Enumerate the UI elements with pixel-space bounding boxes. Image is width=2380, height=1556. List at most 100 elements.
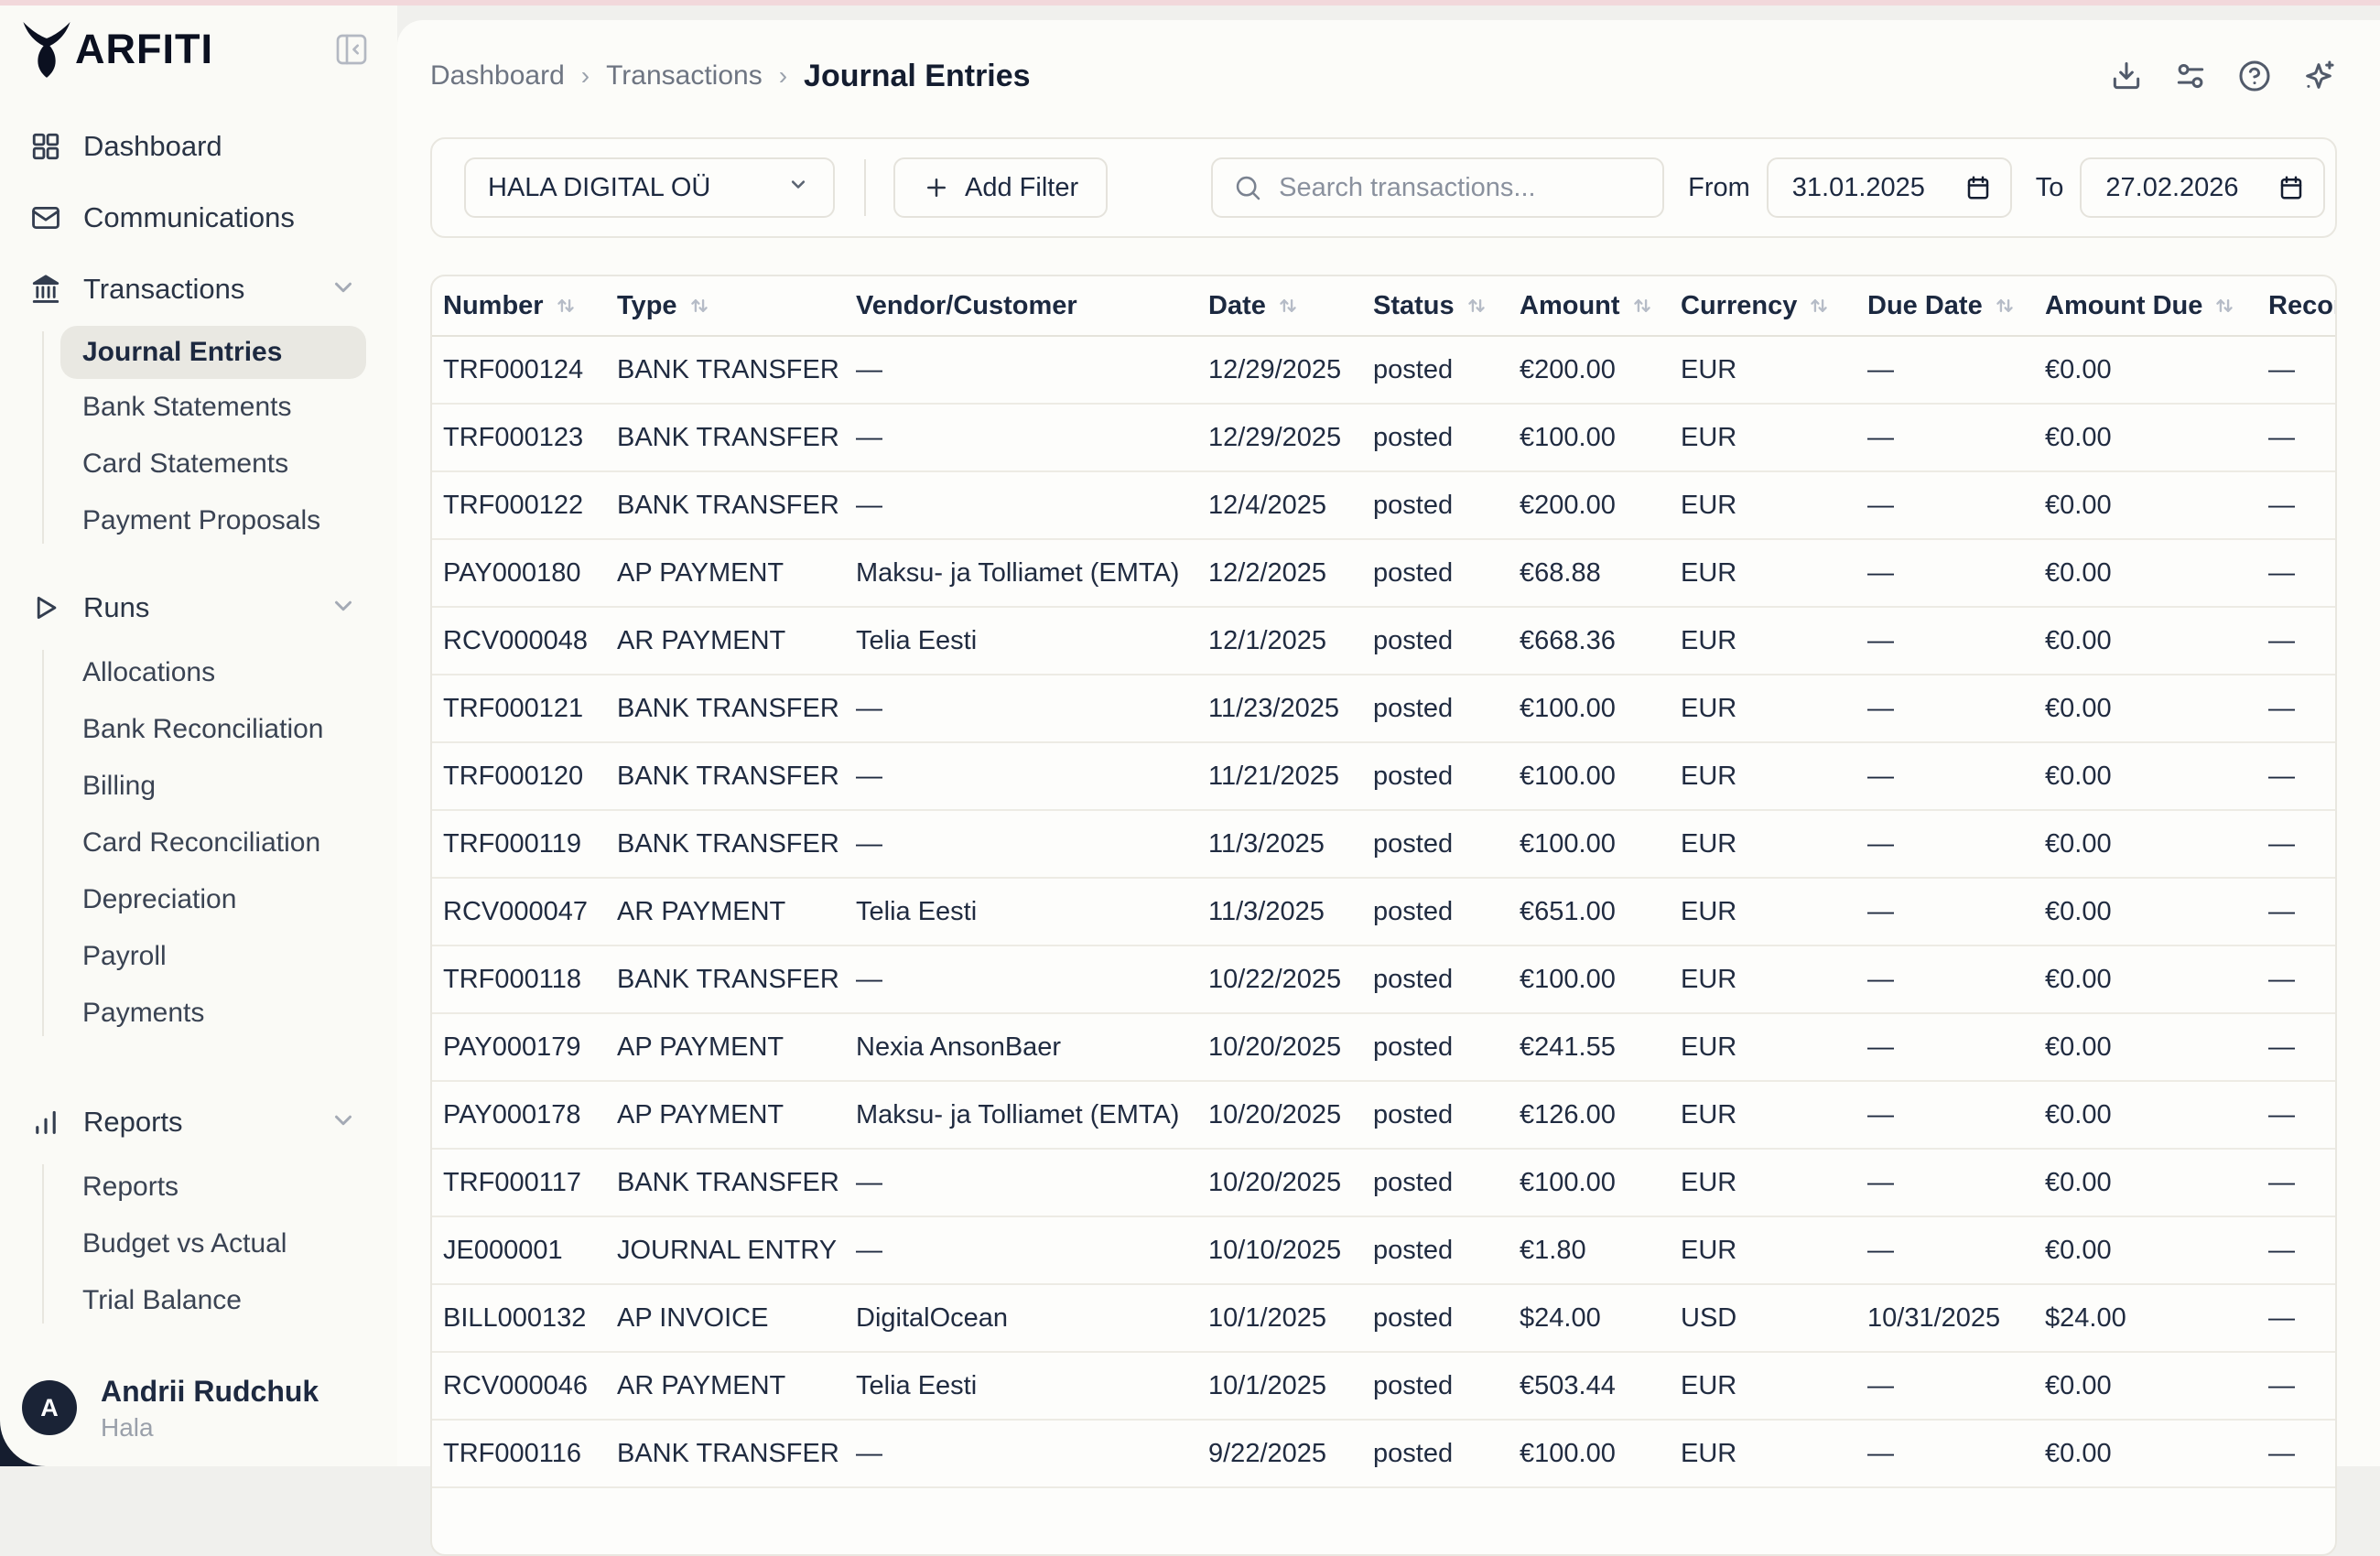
cell-currency: EUR: [1681, 1081, 1867, 1149]
sidebar-item-allocations[interactable]: Allocations: [0, 644, 383, 701]
sliders-icon[interactable]: [2172, 58, 2209, 94]
chevron-down-icon: [785, 171, 811, 204]
sidebar-item-trial-balance[interactable]: Trial Balance: [0, 1272, 383, 1329]
table-row[interactable]: PAY000178 AP PAYMENT Maksu- ja Tolliamet…: [432, 1081, 2337, 1149]
cell-amount: €100.00: [1520, 1149, 1681, 1216]
table-row[interactable]: TRF000121 BANK TRANSFER — 11/23/2025 pos…: [432, 675, 2337, 742]
cell-vendor: —: [856, 1420, 1208, 1487]
cell-recon: —: [2268, 1420, 2337, 1487]
column-header-currency[interactable]: Currency: [1681, 276, 1867, 336]
cell-recon: —: [2268, 1352, 2337, 1420]
cell-date: 10/1/2025: [1208, 1352, 1373, 1420]
cell-date: 12/29/2025: [1208, 404, 1373, 471]
sidebar-item-depreciation[interactable]: Depreciation: [0, 871, 383, 928]
table-row[interactable]: TRF000124 BANK TRANSFER — 12/29/2025 pos…: [432, 336, 2337, 404]
cell-number: TRF000124: [432, 336, 617, 404]
cell-amount-due: €0.00: [2045, 675, 2268, 742]
sidebar-item-dashboard[interactable]: Dashboard: [0, 117, 383, 176]
sidebar-item-reports-child[interactable]: Reports: [0, 1159, 383, 1216]
table-row[interactable]: TRF000118 BANK TRANSFER — 10/22/2025 pos…: [432, 945, 2337, 1013]
cell-amount: €200.00: [1520, 471, 1681, 539]
cell-date: 12/1/2025: [1208, 607, 1373, 675]
cell-due-date: —: [1867, 336, 2045, 404]
cell-type: BANK TRANSFER: [617, 471, 856, 539]
column-header-due-date[interactable]: Due Date: [1867, 276, 2045, 336]
sidebar-item-budget-vs-actual[interactable]: Budget vs Actual: [0, 1216, 383, 1272]
add-filter-button[interactable]: Add Filter: [893, 157, 1108, 218]
cell-due-date: —: [1867, 471, 2045, 539]
cell-amount-due: €0.00: [2045, 810, 2268, 878]
table-row[interactable]: TRF000122 BANK TRANSFER — 12/4/2025 post…: [432, 471, 2337, 539]
sidebar-nav: Dashboard Communications Transactions: [0, 93, 397, 1329]
date-from-input[interactable]: 31.01.2025: [1767, 157, 2012, 218]
app-logo[interactable]: ARFITI: [20, 21, 213, 78]
table-row[interactable]: RCV000047 AR PAYMENT Telia Eesti 11/3/20…: [432, 878, 2337, 945]
cell-recon: —: [2268, 1013, 2337, 1081]
table-row[interactable]: TRF000116 BANK TRANSFER — 9/22/2025 post…: [432, 1420, 2337, 1487]
cell-type: AP PAYMENT: [617, 539, 856, 607]
cell-recon: —: [2268, 471, 2337, 539]
cell-recon: —: [2268, 878, 2337, 945]
cell-number: RCV000046: [432, 1352, 617, 1420]
column-header-amount[interactable]: Amount: [1520, 276, 1681, 336]
cell-type: BANK TRANSFER: [617, 404, 856, 471]
sparkles-icon[interactable]: [2300, 58, 2337, 94]
cell-currency: EUR: [1681, 810, 1867, 878]
cell-currency: EUR: [1681, 1216, 1867, 1284]
sidebar-item-payments[interactable]: Payments: [0, 985, 383, 1042]
help-icon[interactable]: [2236, 58, 2273, 94]
sidebar-item-card-statements[interactable]: Card Statements: [0, 436, 383, 492]
cell-date: 10/22/2025: [1208, 945, 1373, 1013]
cell-date: 10/10/2025: [1208, 1216, 1373, 1284]
cell-amount-due: €0.00: [2045, 1013, 2268, 1081]
table-row[interactable]: PAY000180 AP PAYMENT Maksu- ja Tolliamet…: [432, 539, 2337, 607]
cell-amount-due: €0.00: [2045, 1420, 2268, 1487]
column-header-date[interactable]: Date: [1208, 276, 1373, 336]
cell-amount-due: €0.00: [2045, 1149, 2268, 1216]
column-header-number[interactable]: Number: [432, 276, 617, 336]
table-row[interactable]: PAY000179 AP PAYMENT Nexia AnsonBaer 10/…: [432, 1013, 2337, 1081]
sidebar-item-payroll[interactable]: Payroll: [0, 928, 383, 985]
breadcrumb-dashboard[interactable]: Dashboard: [430, 60, 565, 92]
sidebar-item-bank-statements[interactable]: Bank Statements: [0, 379, 383, 436]
table-row[interactable]: RCV000046 AR PAYMENT Telia Eesti 10/1/20…: [432, 1352, 2337, 1420]
sidebar-item-journal-entries[interactable]: Journal Entries: [60, 326, 366, 379]
sidebar-item-payment-proposals[interactable]: Payment Proposals: [0, 492, 383, 549]
cell-amount-due: €0.00: [2045, 945, 2268, 1013]
sidebar-item-transactions[interactable]: Transactions: [0, 260, 383, 319]
column-header-status[interactable]: Status: [1373, 276, 1520, 336]
table-row[interactable]: TRF000117 BANK TRANSFER — 10/20/2025 pos…: [432, 1149, 2337, 1216]
table-row[interactable]: TRF000120 BANK TRANSFER — 11/21/2025 pos…: [432, 742, 2337, 810]
table-row[interactable]: TRF000119 BANK TRANSFER — 11/3/2025 post…: [432, 810, 2337, 878]
cell-date: 12/2/2025: [1208, 539, 1373, 607]
breadcrumb-transactions[interactable]: Transactions: [606, 60, 763, 92]
table-row[interactable]: TRF000123 BANK TRANSFER — 12/29/2025 pos…: [432, 404, 2337, 471]
panel-collapse-icon[interactable]: [331, 29, 372, 70]
sidebar-item-reports[interactable]: Reports: [0, 1093, 383, 1151]
sidebar-item-communications[interactable]: Communications: [0, 189, 383, 247]
download-icon[interactable]: [2108, 58, 2145, 94]
sidebar-item-runs[interactable]: Runs: [0, 578, 383, 637]
user-menu[interactable]: A Andrii Rudchuk Hala: [0, 1373, 397, 1443]
column-header-amount-due[interactable]: Amount Due: [2045, 276, 2268, 336]
column-header-vendor-customer[interactable]: Vendor/Customer: [856, 276, 1208, 336]
cell-recon: —: [2268, 742, 2337, 810]
column-header-recon[interactable]: Recon: [2268, 276, 2337, 336]
sidebar-item-billing[interactable]: Billing: [0, 758, 383, 815]
sidebar-item-label: Reports: [83, 1106, 183, 1139]
sidebar-item-bank-reconciliation[interactable]: Bank Reconciliation: [0, 701, 383, 758]
user-name: Andrii Rudchuk: [101, 1373, 319, 1410]
table-row[interactable]: RCV000048 AR PAYMENT Telia Eesti 12/1/20…: [432, 607, 2337, 675]
cell-currency: EUR: [1681, 404, 1867, 471]
search-input[interactable]: [1277, 172, 1642, 204]
company-selector[interactable]: HALA DIGITAL OÜ: [464, 157, 835, 218]
table-row[interactable]: BILL000132 AP INVOICE DigitalOcean 10/1/…: [432, 1284, 2337, 1352]
sidebar-item-label: Runs: [83, 591, 149, 624]
sidebar-item-card-reconciliation[interactable]: Card Reconciliation: [0, 815, 383, 871]
cell-currency: EUR: [1681, 742, 1867, 810]
date-to-input[interactable]: 27.02.2026: [2080, 157, 2325, 218]
cell-recon: —: [2268, 1284, 2337, 1352]
cell-amount: €241.55: [1520, 1013, 1681, 1081]
table-row[interactable]: JE000001 JOURNAL ENTRY — 10/10/2025 post…: [432, 1216, 2337, 1284]
column-header-type[interactable]: Type: [617, 276, 856, 336]
